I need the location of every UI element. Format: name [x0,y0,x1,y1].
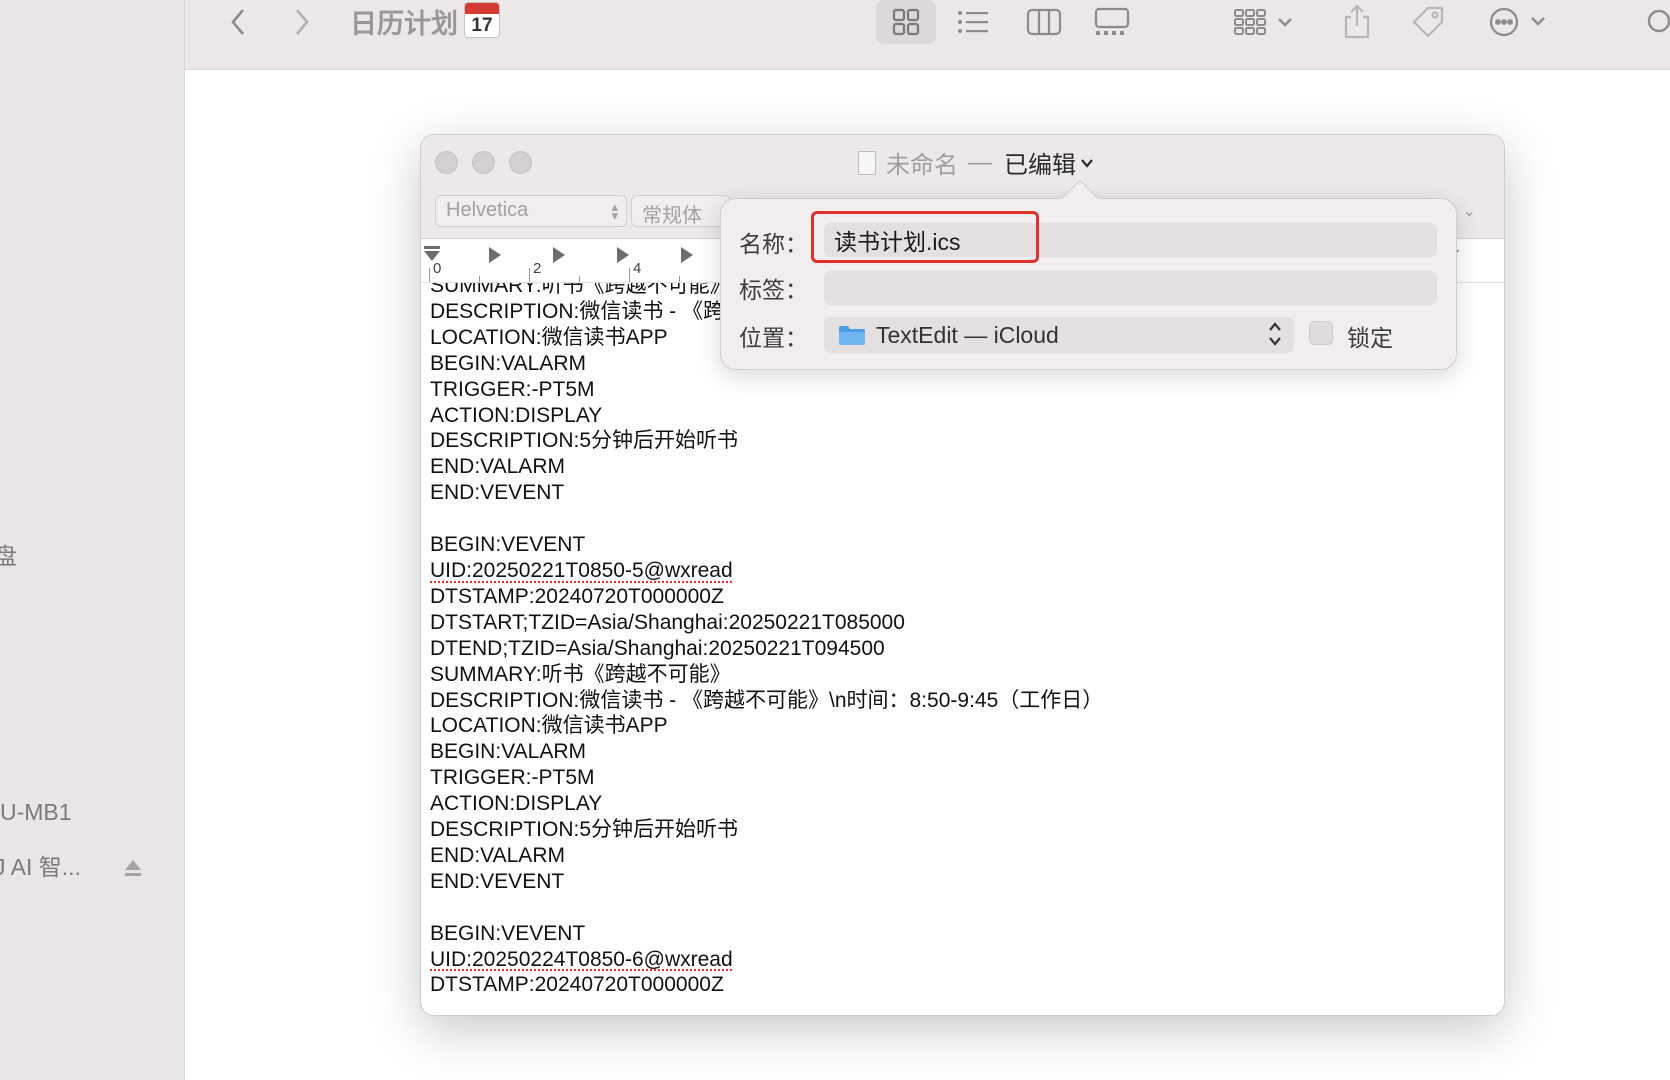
forward-icon[interactable] [287,0,317,44]
title-separator: — [968,149,992,177]
text-line: DESCRIPTION:微信读书 - 《跨越不可能》\n时间：8:50-9:45… [430,688,1504,714]
column-view-icon[interactable] [1019,0,1069,44]
zoom-button[interactable] [509,151,532,174]
close-button[interactable] [435,151,458,174]
finder-toolbar: 日历计划 17 [185,0,1670,70]
eject-icon[interactable] [122,857,144,879]
text-line: DTSTAMP:20240720T000000Z [430,972,1504,998]
document-text-area[interactable]: SUMMARY:听书《跨越不可能》 DESCRIPTION:微信读书 - 《跨越… [421,283,1504,1016]
ruler-label-2: 2 [533,260,541,277]
list-view-icon[interactable] [948,0,998,44]
document-title[interactable]: 未命名 — 已编辑 [858,145,1094,180]
document-name: 未命名 [886,145,958,180]
text-line: END:VALARM [430,843,1504,869]
text-line: END:VEVENT [430,480,1504,506]
text-line: END:VEVENT [430,869,1504,895]
text-line: DTSTAMP:20240720T000000Z [430,584,1504,610]
lock-label: 锁定 [1347,319,1393,353]
text-line: TRIGGER:-PT5M [430,377,1504,403]
tag-icon[interactable] [1408,0,1448,44]
text-line: DESCRIPTION:5分钟后开始听书 [430,428,1504,454]
text-line: ACTION:DISPLAY [430,403,1504,429]
sidebar-item-ai[interactable]: J AI 智... [0,848,81,882]
text-line: BEGIN:VEVENT [430,921,1504,947]
ruler-label-0: 0 [433,260,441,277]
text-line [430,895,1504,921]
text-line: LOCATION:微信读书APP [430,713,1504,739]
more-icon[interactable] [1485,0,1555,44]
filename-input[interactable] [824,223,1437,257]
location-select[interactable]: TextEdit — iCloud [824,317,1294,353]
text-line: ACTION:DISPLAY [430,791,1504,817]
minimize-button[interactable] [472,151,495,174]
location-value: TextEdit — iCloud [876,322,1059,349]
chevron-down-icon[interactable]: ⌄ [1463,201,1476,221]
font-style-value: 常规体 [642,205,702,227]
tags-label: 标签： [739,271,808,305]
tab-stop-icon[interactable] [553,247,565,263]
text-line: END:VALARM [430,454,1504,480]
text-line: DESCRIPTION:5分钟后开始听书 [430,817,1504,843]
name-label: 名称： [739,225,808,259]
sidebar-item-disk[interactable]: 盘 [0,537,17,571]
share-icon[interactable] [1337,0,1377,44]
font-family-value: Helvetica [446,199,528,221]
calendar-emoji-icon: 17 [464,2,500,38]
text-line: UID:20250221T0850-5@wxread [430,558,1504,584]
tab-stop-icon[interactable] [617,247,629,263]
updown-chevron-icon: ▴ ▾ [611,202,618,220]
folder-icon [838,324,866,346]
document-icon [858,151,876,175]
tags-input[interactable] [824,271,1437,305]
finder-window-title: 日历计划 [350,2,458,41]
text-line: TRIGGER:-PT5M [430,765,1504,791]
location-label: 位置： [739,319,808,353]
finder-sidebar: 盘 U-MB1 J AI 智... [0,0,185,1080]
font-style-select[interactable]: 常规体 [631,195,731,227]
text-line: DTEND;TZID=Asia/Shanghai:20250221T094500 [430,636,1504,662]
icon-view-icon[interactable] [876,0,936,44]
ruler-label-4: 4 [633,260,641,277]
text-line [430,506,1504,532]
gallery-view-icon[interactable] [1085,0,1139,44]
document-status: 已编辑 [1004,145,1076,180]
tab-stop-icon[interactable] [489,247,501,263]
chevron-down-icon [1080,158,1094,168]
search-icon[interactable] [1643,0,1670,44]
text-line: DTSTART;TZID=Asia/Shanghai:20250221T0850… [430,610,1504,636]
save-popover: 名称： 标签： 位置： TextEdit — iCloud 锁定 [720,198,1457,370]
sidebar-item-device[interactable]: U-MB1 [0,799,72,826]
text-line: BEGIN:VALARM [430,739,1504,765]
back-icon[interactable] [223,0,253,44]
updown-chevron-icon [1268,321,1282,347]
font-family-select[interactable]: Helvetica ▴ ▾ [435,195,627,227]
tab-stop-icon[interactable] [681,247,693,263]
lock-checkbox[interactable] [1309,321,1333,345]
text-line: UID:20250224T0850-6@wxread [430,947,1504,973]
text-line: BEGIN:VEVENT [430,532,1504,558]
group-icon[interactable] [1230,0,1300,44]
text-line: SUMMARY:听书《跨越不可能》 [430,662,1504,688]
